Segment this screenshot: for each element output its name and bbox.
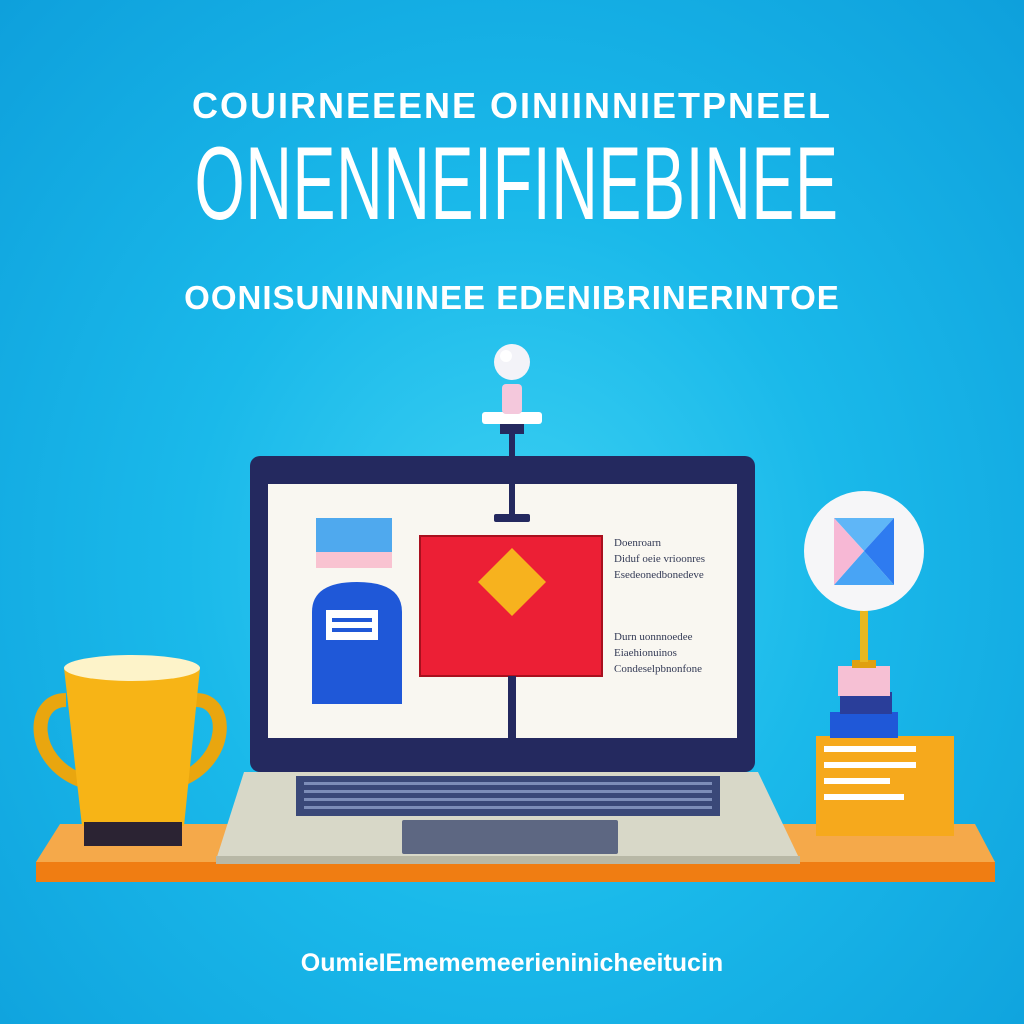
pie-chart-stand [804,491,954,836]
pie-chart-icon [804,491,924,611]
footer-text: OumieIEmememeerieninicheeitucin [300,949,724,977]
text-block-2-line-2: Eiaehionuinos [614,647,677,659]
text-block-2-line-1: Durn uonnnoedee [614,631,693,643]
mailbox-icon [312,582,402,704]
mug-icon [33,655,227,846]
text-block-1-line-2: Diduf oeie vrioonres [614,553,705,565]
header-subtitle: OONISUNINNINEE EDENIBRINERINTOE [184,279,840,316]
header-main-title: ONENNEIFINEBINEE [194,126,839,242]
text-block-1-line-3: Esedeonedbonedeve [614,569,704,581]
text-block-2-line-3: Condeselpbnonfone [614,663,702,675]
header-top-line: COUIRNEEENE OINIINNIETPNEEL [191,85,833,126]
text-block-1-line-1: Doenroarn [614,537,662,549]
